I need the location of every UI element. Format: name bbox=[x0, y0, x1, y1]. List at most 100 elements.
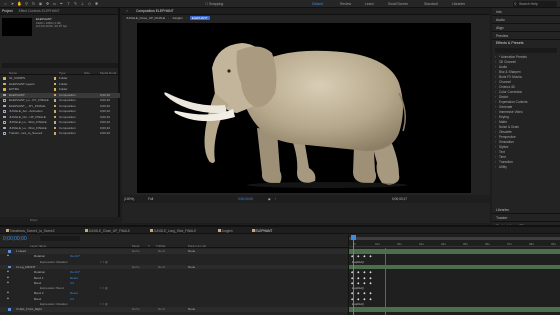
expression-row[interactable]: Expression: Bend = ⌇ @ bbox=[0, 286, 348, 291]
layer-trkmat-dropdown[interactable]: No N bbox=[158, 307, 165, 312]
label-color-swatch[interactable] bbox=[54, 115, 57, 119]
property-row[interactable]: ◆ Bend 0.0 bbox=[0, 297, 348, 302]
timeline-tab[interactable]: JUNGLE_Close_UP_FINALE bbox=[85, 229, 130, 233]
column-layer-name[interactable]: Layer Name bbox=[30, 244, 46, 248]
project-item[interactable]: JUNGLE_Lo...Shot_FINALE Composition 0;00;1… bbox=[0, 126, 120, 131]
expression-row[interactable]: Expression: Rotation = ⌇ @ bbox=[0, 302, 348, 307]
playhead-handle[interactable] bbox=[351, 235, 356, 240]
property-keyframe-track[interactable]: ◆ ◆ ◆ ◆ bbox=[349, 276, 560, 281]
layer-mode-dropdown[interactable]: Norm bbox=[132, 307, 139, 312]
keyframe-navigator-icon[interactable]: ◆ bbox=[7, 281, 9, 286]
project-item[interactable]: EXTRA Folder bbox=[0, 87, 120, 92]
search-help-field[interactable]: ⚲ Search Help bbox=[513, 1, 557, 7]
keyframe-icon[interactable]: ◆ ◆ ◆ ◆ bbox=[351, 276, 373, 280]
project-item[interactable]: JUNGLE_Lo...Shot_FINALE Composition 0;00;1… bbox=[0, 120, 120, 125]
property-keyframe-track[interactable]: ◆ ◆ ◆ ◆ bbox=[349, 281, 560, 286]
layer-mode-dropdown[interactable]: Norm bbox=[132, 265, 139, 270]
layer-row[interactable]: 2 Leg_FRONT Norm No N None bbox=[0, 264, 348, 270]
timeline-graph-area[interactable]: 0f 01s 02s 03s 04s 05s 06s 07s 08s 09s ◆ ◆ ◆ ◆ loo… bbox=[348, 235, 560, 315]
property-row[interactable]: ◆ Rotation 0x+0.0° bbox=[0, 254, 348, 259]
property-value[interactable]: 0.0 bbox=[70, 297, 74, 302]
keyframe-navigator-icon[interactable]: ◆ bbox=[7, 270, 9, 275]
panel-tracker[interactable]: Tracker bbox=[492, 214, 560, 222]
layer-row[interactable]: 3 LEG_Front_Right Norm No N None bbox=[0, 307, 348, 312]
close-icon[interactable]: × bbox=[126, 9, 128, 13]
project-item[interactable]: ELEPHANT_...DY_FINALE Composition 0;00;10 bbox=[0, 104, 120, 109]
pan-behind-tool-icon[interactable]: ✥ bbox=[45, 1, 50, 6]
column-parent-link[interactable]: Parent & Link bbox=[188, 244, 206, 248]
layer-mode-dropdown[interactable]: Norm bbox=[132, 249, 139, 254]
pen-tool-icon[interactable]: ✒ bbox=[59, 1, 64, 6]
hand-tool-icon[interactable]: ✋ bbox=[17, 1, 22, 6]
timeline-tab[interactable]: Transitions_Scene1_to_Scene2 bbox=[6, 229, 55, 233]
workspace-review[interactable]: Review bbox=[340, 0, 351, 8]
keyframe-navigator-icon[interactable]: ◆ bbox=[7, 254, 9, 259]
zoom-tool-icon[interactable]: ⚲ bbox=[24, 1, 29, 6]
panel-audio[interactable]: Audio bbox=[492, 16, 560, 24]
project-item[interactable]: ELEPHANT_Lo...DY_FINALE Composition 0;00;1… bbox=[0, 98, 120, 103]
column-type[interactable]: Type bbox=[59, 71, 66, 75]
label-color-swatch[interactable] bbox=[54, 99, 57, 102]
project-item[interactable]: JUNGLE_Clo...UP_FINALE Composition 0;00;10 bbox=[0, 115, 120, 120]
layer-duration-bar[interactable] bbox=[349, 249, 560, 254]
layer-duration-bar[interactable] bbox=[349, 264, 560, 270]
expression-track[interactable]: loopOut() bbox=[349, 302, 560, 307]
camera-tool-icon[interactable]: ◉ bbox=[38, 1, 43, 6]
column-trkmat[interactable]: TrkMat bbox=[156, 244, 165, 248]
layer-trkmat-dropdown[interactable]: No N bbox=[158, 265, 165, 270]
layer-parent-dropdown[interactable]: None bbox=[188, 307, 195, 312]
timeline-tab[interactable]: JUNGLE_Long_Shot_FINALE bbox=[150, 229, 196, 233]
property-value[interactable]: Reset bbox=[70, 291, 78, 296]
breadcrumb-item-active[interactable]: ELEPHANT bbox=[189, 16, 210, 20]
effect-category[interactable]: › Utility bbox=[495, 165, 560, 170]
column-track-t[interactable]: T bbox=[148, 244, 150, 248]
breadcrumb-item[interactable]: JUNGLE_Close_UP_FINALE bbox=[126, 16, 165, 20]
layer-parent-dropdown[interactable]: None bbox=[188, 265, 195, 270]
puppet-tool-icon[interactable]: ✱ bbox=[94, 1, 99, 6]
resolution-dropdown[interactable]: Full bbox=[148, 195, 153, 203]
label-color-swatch[interactable] bbox=[54, 77, 57, 80]
workspace-learn[interactable]: Learn bbox=[365, 0, 374, 8]
timeline-current-time[interactable]: 0;00;00;00 bbox=[3, 236, 27, 242]
panel-info[interactable]: Info bbox=[492, 8, 560, 16]
stamp-tool-icon[interactable]: ⊥ bbox=[80, 1, 85, 6]
expression-track[interactable]: loopOut() bbox=[349, 260, 560, 265]
layer-trkmat-dropdown[interactable]: No N bbox=[158, 249, 165, 254]
tab-project[interactable]: Project bbox=[2, 9, 13, 13]
expression-row[interactable]: Expression: Rotation = ⌇ @ bbox=[0, 260, 348, 265]
tab-effect-controls[interactable]: Effect Controls ELEPHANT bbox=[19, 9, 60, 13]
expression-controls-icon[interactable]: = ⌇ @ bbox=[100, 260, 108, 265]
layer-label-swatch[interactable] bbox=[8, 250, 11, 253]
breadcrumb-item[interactable]: Junglen bbox=[172, 16, 183, 20]
rectangle-tool-icon[interactable]: ▭ bbox=[52, 1, 57, 6]
keyframe-navigator-icon[interactable]: ◆ bbox=[7, 297, 9, 302]
expression-controls-icon[interactable]: = ⌇ @ bbox=[100, 286, 108, 291]
property-row[interactable]: ◆ Bend 1 Reset bbox=[0, 276, 348, 281]
expression-controls-icon[interactable]: = ⌇ @ bbox=[100, 302, 108, 307]
label-color-swatch[interactable] bbox=[54, 121, 57, 124]
magnification-dropdown[interactable]: (100%) bbox=[124, 195, 134, 203]
label-color-swatch[interactable] bbox=[54, 93, 57, 97]
project-item[interactable]: ELEPHANT Layers Folder bbox=[0, 82, 120, 87]
label-color-swatch[interactable] bbox=[54, 82, 57, 86]
property-row[interactable]: ◆ Bend 2 Reset bbox=[0, 291, 348, 296]
property-value[interactable]: Reset bbox=[70, 276, 78, 281]
playhead-line[interactable] bbox=[353, 235, 354, 315]
column-size[interactable]: Size bbox=[84, 71, 90, 75]
workspace-standard[interactable]: Standard bbox=[424, 0, 438, 8]
property-value[interactable]: 0.0 bbox=[70, 281, 74, 286]
project-item[interactable]: 01_COMPS Folder bbox=[0, 76, 120, 81]
type-tool-icon[interactable]: T bbox=[66, 1, 71, 6]
keyframe-icon[interactable]: ◆ ◆ ◆ ◆ bbox=[351, 254, 373, 258]
layer-row[interactable]: 1 Head Norm No N None bbox=[0, 249, 348, 254]
column-mode[interactable]: Mode bbox=[132, 244, 140, 248]
effects-search-input[interactable] bbox=[495, 48, 557, 53]
property-keyframe-track[interactable]: ◆ ◆ ◆ ◆ bbox=[349, 297, 560, 302]
workspace-default[interactable]: Default bbox=[312, 0, 323, 8]
layer-duration-bar[interactable] bbox=[349, 307, 560, 312]
home-icon[interactable]: ⌂ bbox=[3, 1, 8, 6]
keyframe-icon[interactable]: ◆ ◆ ◆ ◆ bbox=[351, 281, 373, 285]
bit-depth-label[interactable]: 8 bpc bbox=[30, 218, 37, 222]
panel-libraries[interactable]: Libraries bbox=[492, 206, 560, 214]
panel-align[interactable]: Align bbox=[492, 24, 560, 32]
